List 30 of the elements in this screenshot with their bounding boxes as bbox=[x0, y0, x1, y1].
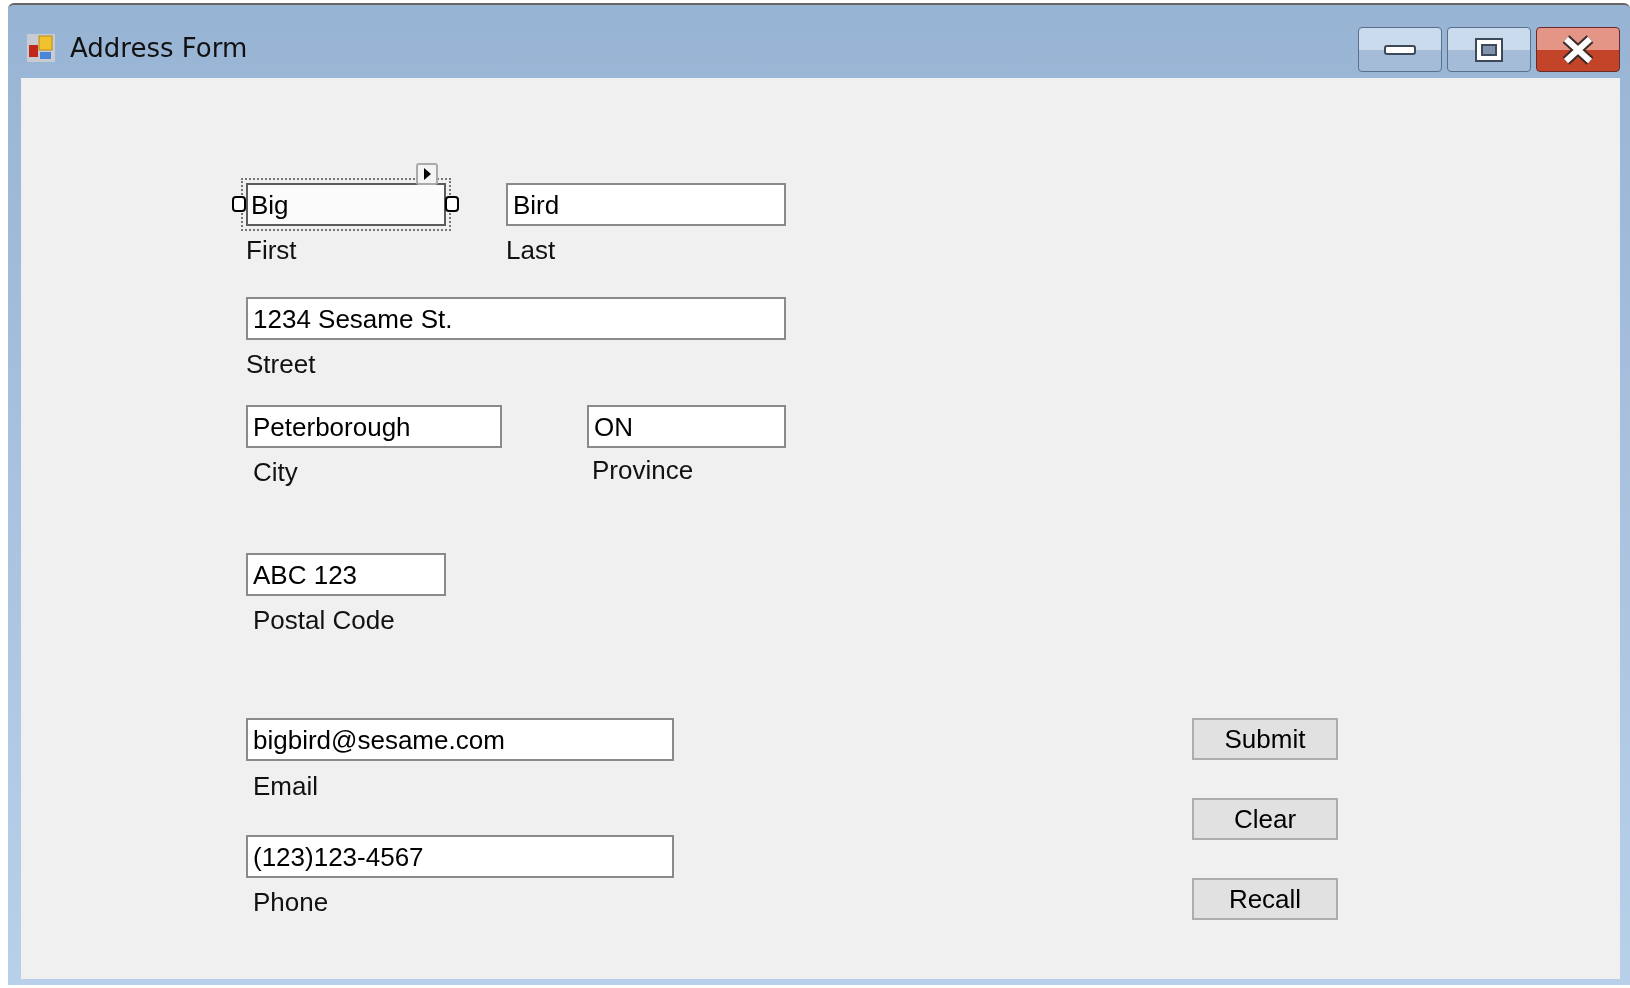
maximize-icon bbox=[1474, 36, 1504, 63]
resize-handle[interactable] bbox=[445, 196, 459, 212]
field-label: Street bbox=[246, 348, 316, 380]
text-field[interactable]: Bird bbox=[506, 183, 786, 226]
text-field[interactable]: (123)123-4567 bbox=[246, 835, 674, 878]
field-label: First bbox=[246, 234, 297, 266]
field-label: Last bbox=[506, 234, 556, 266]
close-button[interactable] bbox=[1536, 27, 1620, 72]
text-field[interactable]: ON bbox=[587, 405, 786, 448]
field-label: Email bbox=[253, 770, 318, 802]
text-field[interactable]: ABC 123 bbox=[246, 553, 446, 596]
app-icon bbox=[26, 32, 56, 63]
minimize-icon bbox=[1383, 43, 1417, 56]
triangle-icon bbox=[423, 168, 431, 180]
smart-tag-button[interactable] bbox=[416, 163, 438, 185]
form-button[interactable]: Submit bbox=[1192, 718, 1338, 760]
window-title: Address Form bbox=[70, 32, 248, 63]
field-label: Postal Code bbox=[253, 604, 395, 636]
field-label: Province bbox=[592, 454, 694, 486]
maximize-button[interactable] bbox=[1447, 27, 1531, 72]
text-field[interactable]: bigbird@sesame.com bbox=[246, 718, 674, 761]
form-button[interactable]: Clear bbox=[1192, 798, 1338, 840]
text-field[interactable]: Peterborough bbox=[246, 405, 502, 448]
text-field[interactable]: 1234 Sesame St. bbox=[246, 297, 786, 340]
close-icon bbox=[1560, 34, 1596, 65]
resize-handle[interactable] bbox=[232, 196, 246, 212]
field-label: Phone bbox=[253, 886, 329, 918]
field-label: City bbox=[253, 456, 298, 488]
minimize-button[interactable] bbox=[1358, 27, 1442, 72]
form-button[interactable]: Recall bbox=[1192, 878, 1338, 920]
